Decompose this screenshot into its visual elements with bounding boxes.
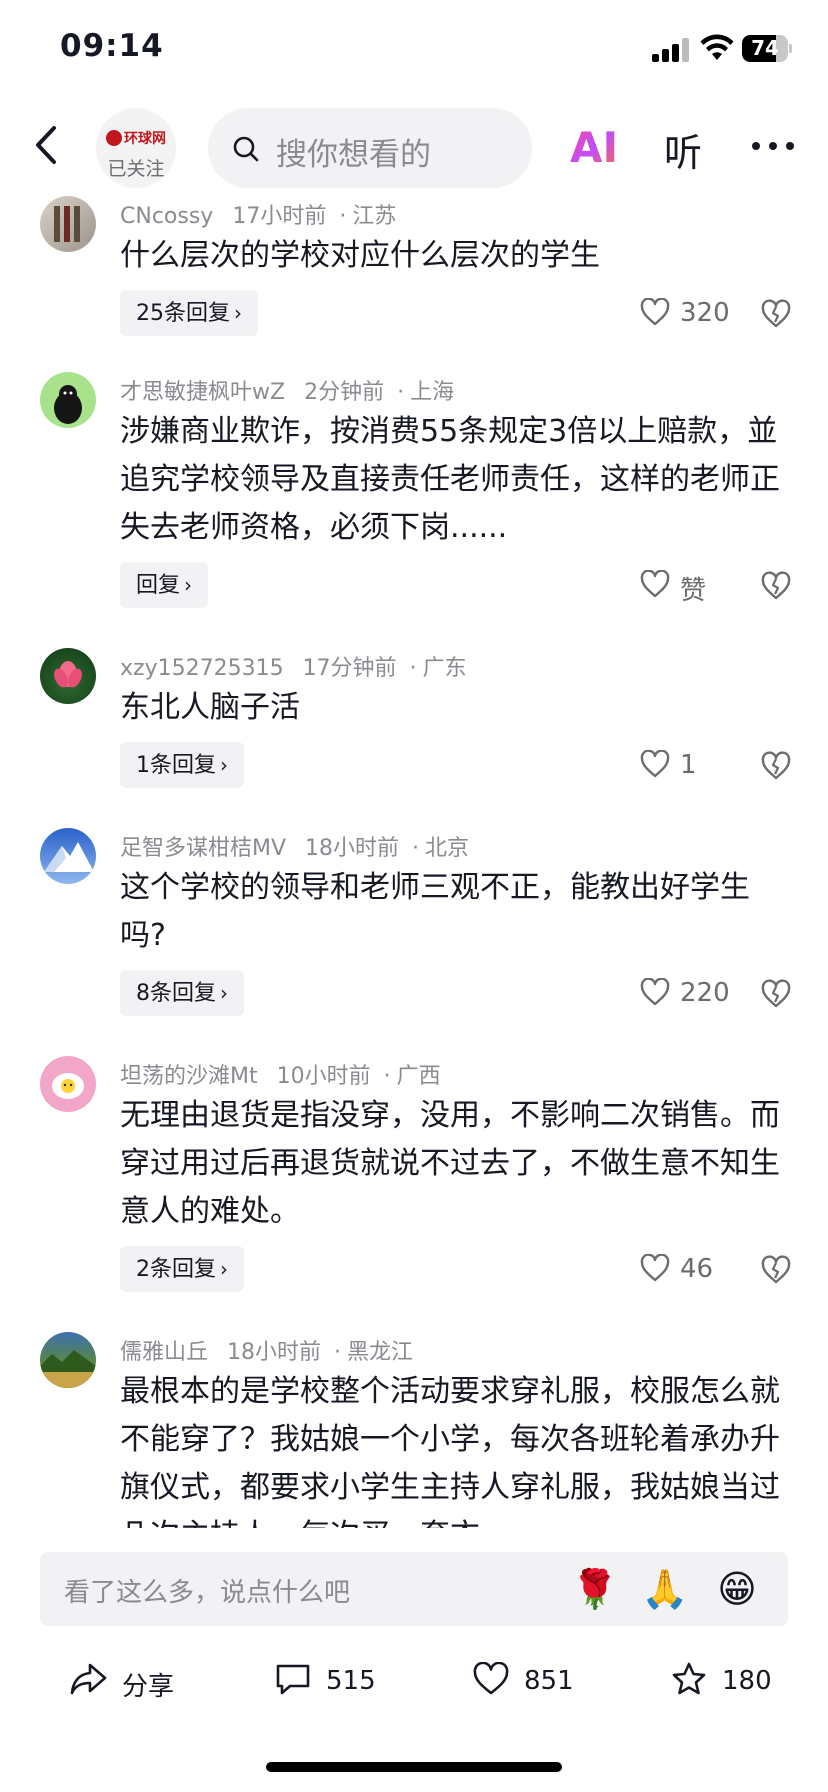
- comment-meta: 才思敏捷枫叶wZ 2分钟前 · 上海: [120, 380, 455, 405]
- home-indicator: [266, 1762, 562, 1772]
- comment-time: 17小时前: [232, 204, 327, 229]
- like-count: 赞: [680, 576, 707, 606]
- rose-emoji-icon[interactable]: 🌹: [570, 1564, 620, 1614]
- like-button[interactable]: 220: [640, 972, 750, 1012]
- comment-location: 江苏: [352, 204, 397, 229]
- comment-time: 18小时前: [227, 1340, 322, 1365]
- comment-location: 广西: [396, 1064, 441, 1089]
- comment-time: 10小时前: [276, 1064, 371, 1089]
- like-count: 220: [680, 978, 730, 1008]
- user-avatar[interactable]: [40, 196, 96, 252]
- search-placeholder: 搜你想看的: [276, 137, 431, 173]
- bottom-action-bar: 分享 515 851 180: [0, 1640, 828, 1720]
- comment-text[interactable]: 什么层次的学校对应什么层次的学生: [120, 232, 780, 280]
- wifi-icon: [700, 34, 734, 60]
- more-icon[interactable]: [748, 126, 798, 166]
- broken-heart-icon[interactable]: [760, 1254, 792, 1286]
- heart-icon: [640, 298, 670, 326]
- comment-username[interactable]: 足智多谋柑桔MV: [120, 836, 286, 861]
- listen-button[interactable]: 听: [664, 122, 702, 177]
- comment-list: CNcossy 17小时前 · 江苏 什么层次的学校对应什么层次的学生 25条回复…: [0, 196, 828, 1528]
- comment-username[interactable]: 儒雅山丘: [120, 1340, 208, 1365]
- follow-status: 已关注: [107, 158, 165, 180]
- comment-meta: CNcossy 17小时前 · 江苏: [120, 204, 397, 229]
- cellular-signal-icon: [652, 38, 690, 62]
- comment-meta: 足智多谋柑桔MV 18小时前 · 北京: [120, 836, 470, 861]
- comment-time: 2分钟前: [304, 380, 385, 405]
- favorite-count: 180: [722, 1666, 772, 1696]
- comment-text[interactable]: 最根本的是学校整个活动要求穿礼服，校服怎么就不能穿了？我姑娘一个小学，每次各班轮…: [120, 1368, 780, 1528]
- comment-text[interactable]: 涉嫌商业欺诈，按消费55条规定3倍以上赔款，並追究学校领导及直接责任老师责任，这…: [120, 408, 780, 552]
- broken-heart-icon[interactable]: [760, 978, 792, 1010]
- back-arrow-icon[interactable]: [28, 120, 68, 170]
- comment-count: 515: [326, 1666, 376, 1696]
- broken-heart-icon[interactable]: [760, 750, 792, 782]
- user-avatar[interactable]: [40, 1056, 96, 1112]
- favorite-button[interactable]: 180: [670, 1650, 780, 1710]
- like-button[interactable]: 1: [640, 744, 750, 784]
- comment-location: 北京: [425, 836, 470, 861]
- account-avatar[interactable]: 环球网 已关注: [96, 108, 176, 188]
- comment-location: 广东: [422, 656, 467, 681]
- heart-icon: [640, 1254, 670, 1282]
- comment-meta: xzy152725315 17分钟前 · 广东: [120, 656, 467, 681]
- status-time: 09:14: [60, 28, 164, 64]
- comment-button[interactable]: 515: [274, 1650, 384, 1710]
- svg-text:AI: AI: [570, 123, 618, 170]
- share-button[interactable]: 分享: [70, 1650, 190, 1710]
- comment-input-placeholder: 看了这么多，说点什么吧: [64, 1578, 351, 1608]
- view-replies-button[interactable]: 8条回复 ›: [120, 970, 244, 1016]
- comment-text[interactable]: 这个学校的领导和老师三观不正，能教出好学生吗?: [120, 864, 780, 960]
- comment-username[interactable]: xzy152725315: [120, 656, 284, 681]
- like-count: 46: [680, 1254, 714, 1284]
- heart-icon: [640, 570, 670, 598]
- heart-icon: [640, 978, 670, 1006]
- heart-icon: [473, 1662, 509, 1695]
- comment-meta: 儒雅山丘 18小时前 · 黑龙江: [120, 1340, 414, 1365]
- pray-emoji-icon[interactable]: 🙏: [640, 1564, 690, 1614]
- search-bar[interactable]: 搜你想看的: [208, 108, 532, 188]
- reply-button[interactable]: 回复 ›: [120, 562, 209, 608]
- broken-heart-icon[interactable]: [760, 570, 792, 602]
- comment-username[interactable]: CNcossy: [120, 204, 213, 229]
- like-button[interactable]: 46: [640, 1248, 750, 1288]
- comment-text[interactable]: 无理由退货是指没穿，没用，不影响二次销售。而穿过用过后再退货就说不过去了，不做生…: [120, 1092, 780, 1236]
- comment-time: 17分钟前: [302, 656, 397, 681]
- comment-location: 黑龙江: [347, 1340, 414, 1365]
- share-icon: [70, 1663, 107, 1695]
- view-replies-button[interactable]: 2条回复 ›: [120, 1246, 244, 1292]
- like-count: 851: [524, 1666, 574, 1696]
- comment-icon: [276, 1664, 310, 1695]
- user-avatar[interactable]: [40, 372, 96, 428]
- search-icon: [233, 136, 259, 162]
- star-icon: [672, 1662, 706, 1695]
- battery-icon: 74: [742, 35, 792, 62]
- comment-time: 18小时前: [305, 836, 400, 861]
- like-count: 1: [680, 750, 697, 780]
- battery-percent: 74: [751, 36, 779, 60]
- comment-text[interactable]: 东北人脑子活: [120, 684, 780, 732]
- share-label: 分享: [122, 1672, 175, 1702]
- comment-location: 上海: [410, 380, 455, 405]
- ai-icon[interactable]: AI: [570, 122, 620, 170]
- broken-heart-icon[interactable]: [760, 298, 792, 330]
- like-count: 320: [680, 298, 730, 328]
- comment-username[interactable]: 才思敏捷枫叶wZ: [120, 380, 285, 405]
- like-post-button[interactable]: 851: [472, 1650, 582, 1710]
- comment-meta: 坦荡的沙滩Mt 10小时前 · 广西: [120, 1064, 441, 1089]
- user-avatar[interactable]: [40, 1332, 96, 1388]
- like-button[interactable]: 赞: [640, 564, 750, 606]
- account-logo: 环球网: [102, 128, 170, 148]
- comment-username[interactable]: 坦荡的沙滩Mt: [120, 1064, 258, 1089]
- comment-input[interactable]: 看了这么多，说点什么吧 🌹 🙏 😁: [40, 1552, 788, 1626]
- status-bar: 09:14 74: [0, 0, 828, 100]
- view-replies-button[interactable]: 25条回复 ›: [120, 290, 258, 336]
- grin-emoji-icon[interactable]: 😁: [712, 1564, 762, 1614]
- top-nav: 环球网 已关注 搜你想看的 AI 听: [0, 100, 828, 196]
- user-avatar[interactable]: [40, 648, 96, 704]
- heart-icon: [640, 750, 670, 778]
- view-replies-button[interactable]: 1条回复 ›: [120, 742, 244, 788]
- like-button[interactable]: 320: [640, 292, 750, 332]
- user-avatar[interactable]: [40, 828, 96, 884]
